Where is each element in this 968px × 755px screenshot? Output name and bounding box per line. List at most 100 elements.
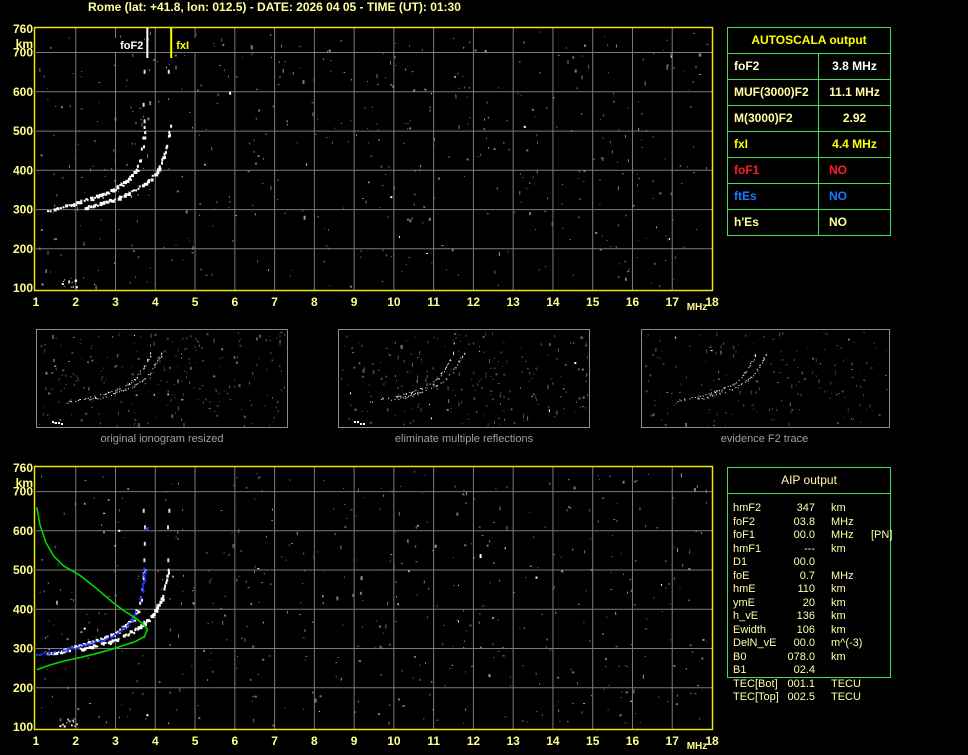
aip-row-hmF2: hmF2 347 km	[727, 502, 927, 516]
grid-lines	[36, 27, 712, 291]
autoscala-param-label: fxI	[728, 132, 819, 157]
y-tick-label: 760	[13, 22, 33, 36]
thumbnail-panel-3	[641, 329, 890, 428]
aip-label: B1	[733, 664, 747, 676]
aip-unit: m^(-3)	[831, 637, 863, 649]
x-tick-label: 9	[351, 295, 358, 309]
aip-unit: km	[831, 596, 846, 609]
aip-value: ---	[804, 542, 815, 555]
autoscala-param-value: 3.8 MHz	[832, 59, 877, 73]
echo-speckles	[645, 332, 888, 427]
autoscala-row-h'Es: h'Es NO	[728, 210, 890, 235]
x-tick-label: 6	[231, 734, 238, 748]
x-tick-label: 5	[192, 734, 199, 748]
aip-value: 078.0	[787, 650, 815, 663]
thumb-caption-1: original ionogram resized	[100, 433, 224, 445]
aip-row-B1: B1 02.4	[727, 664, 927, 678]
x-trace	[84, 69, 173, 211]
x-tick-label: 12	[467, 734, 481, 748]
y-tick-label: 200	[13, 242, 33, 256]
y-axis-unit: km	[16, 476, 33, 490]
x-tick-label: 10	[387, 734, 401, 748]
x-tick-label: 17	[666, 295, 680, 309]
y-tick-label: 760	[13, 461, 33, 475]
x-tick-label: 8	[311, 295, 318, 309]
aip-label: foF1	[733, 529, 756, 541]
x-tick-label: 14	[546, 295, 560, 309]
autoscala-param-label: foF2	[728, 54, 819, 79]
x-tick-label: 13	[506, 295, 520, 309]
autoscala-param-value: 2.92	[842, 111, 867, 125]
autoscala-param-label: ftEs	[728, 184, 819, 209]
x-tick-label: 18	[705, 295, 719, 309]
echo-speckles	[341, 332, 588, 427]
y-tick-label: 100	[13, 720, 33, 734]
aip-label: hmE	[733, 583, 756, 595]
thumbnail-border	[641, 329, 890, 428]
aip-value: 136	[796, 610, 815, 622]
x-tick-label: 3	[112, 295, 119, 309]
x-tick-label: 16	[626, 295, 640, 309]
aip-label: DelN_vE	[733, 637, 777, 649]
y-tick-label: 400	[13, 163, 33, 177]
x-trace	[79, 508, 171, 652]
thumbnail-trace	[67, 352, 163, 404]
x-tick-label: 16	[626, 734, 640, 748]
thumb-caption-2: eliminate multiple reflections	[394, 433, 534, 445]
aip-rows: hmF2 347 km foF2 03.8 MHz foF1 00.0 MHz [PN] hmF1 -…	[727, 502, 927, 705]
thumbnail-trace	[677, 353, 767, 402]
top-ionogram-plot: 760700600500400300200100km1 2 3 4 5 6 7 8 9 10 11 1…	[13, 22, 719, 313]
autoscala-row-foF2: foF2 3.8 MHz	[728, 54, 890, 80]
aip-row-D1: D1 00.0	[727, 556, 927, 570]
x-tick-label: 15	[586, 734, 600, 748]
autoscala-panel: AUTOSCALA output foF2 3.8 MHz MUF(3000)F2 1…	[727, 27, 891, 236]
y-tick-label: 200	[13, 681, 33, 695]
aip-value: 002.5	[787, 691, 815, 703]
x-axis-unit: MHz	[687, 741, 708, 752]
aip-row-hmF1: hmF1 --- km	[727, 543, 927, 557]
aip-unit: km	[831, 502, 846, 514]
x-tick-label: 14	[546, 734, 560, 748]
aip-value: 00.0	[793, 556, 815, 568]
aip-value: 106	[796, 623, 815, 636]
echo-speckles	[39, 332, 286, 428]
x-tick-label: 4	[152, 734, 159, 748]
x-tick-label: 1	[33, 734, 40, 748]
aip-row-B0: B0 078.0 km	[727, 651, 927, 665]
aip-row-TEC[Bot]: TEC[Bot] 001.1 TECU	[727, 678, 927, 692]
plot-border	[33, 26, 714, 292]
x-tick-label: 2	[72, 734, 79, 748]
x-tick-label: 1	[33, 295, 40, 309]
x-tick-label: 18	[705, 734, 719, 748]
aip-unit	[831, 664, 869, 678]
aip-row-foE: foE 0.7 MHz	[727, 570, 927, 584]
x-axis-unit: MHz	[687, 302, 708, 313]
thumbnail-panel-2	[338, 329, 590, 428]
aip-value: 20	[802, 596, 815, 609]
fxI-marker-label: fxI	[176, 40, 189, 52]
aip-label: ymE	[733, 596, 755, 609]
x-tick-label: 3	[112, 734, 119, 748]
x-tick-label: 6	[231, 295, 238, 309]
aip-value: 03.8	[793, 515, 815, 528]
aip-value: 00.0	[793, 529, 815, 541]
y-tick-label: 500	[13, 563, 33, 577]
autoscala-param-label: M(3000)F2	[728, 106, 819, 131]
aip-row-DelN_vE: DelN_vE 00.0 m^(-3)	[727, 637, 927, 651]
autoscala-param-label: MUF(3000)F2	[728, 80, 819, 105]
x-tick-label: 8	[311, 734, 318, 748]
x-axis-labels: 1 2 3 4 5 6 7 8 9 10 11 12 13 14 15 16 17 18MHz	[33, 734, 719, 752]
aip-unit: MHz	[831, 569, 854, 582]
aip-value: 00.0	[793, 637, 815, 649]
thumb-caption-3: evidence F2 trace	[720, 433, 809, 445]
aip-unit	[831, 556, 869, 570]
x-tick-label: 11	[427, 295, 440, 309]
aip-unit: TECU	[831, 691, 861, 703]
aip-unit: km	[831, 623, 846, 636]
aip-row-Ewidth: Ewidth 106 km	[727, 624, 927, 638]
x-tick-label: 5	[192, 295, 199, 309]
x-tick-label: 4	[152, 295, 159, 309]
autoscala-row-ftEs: ftEs NO	[728, 184, 890, 210]
x-tick-label: 10	[387, 295, 401, 309]
autoscala-param-label: foF1	[728, 158, 819, 183]
